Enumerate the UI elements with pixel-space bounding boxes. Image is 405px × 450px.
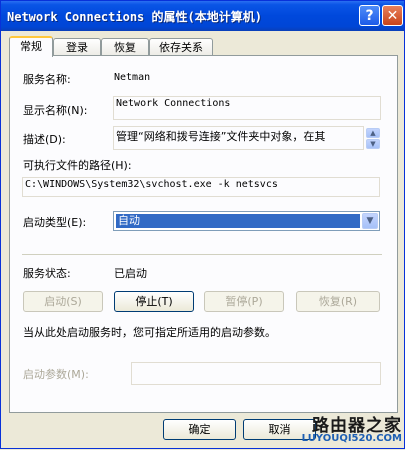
watermark-url: LUYOUQI520.COM	[301, 433, 402, 444]
status-value: 已启动	[114, 267, 147, 280]
service-name-label: 服务名称:	[23, 73, 71, 86]
chevron-down-icon[interactable]: ▼	[362, 213, 378, 229]
scroll-up-icon[interactable]: ▲	[366, 128, 380, 138]
divider	[22, 254, 382, 255]
watermark: 路由器之家 LUYOUQI520.COM	[301, 411, 405, 450]
tab-dependencies[interactable]: 依存关系	[149, 38, 213, 56]
tab-general[interactable]: 常规	[9, 36, 53, 57]
title-bar[interactable]: Network Connections 的属性(本地计算机) ? ✕	[1, 1, 404, 31]
ok-button[interactable]: 确定	[163, 419, 236, 440]
help-button[interactable]: ?	[359, 5, 380, 26]
tab-logon[interactable]: 登录	[53, 38, 101, 56]
resume-button[interactable]: 恢复(R)	[296, 291, 380, 312]
exe-path-field[interactable]: C:\WINDOWS\System32\svchost.exe -k netsv…	[22, 177, 380, 197]
description-field[interactable]: 管理“网络和拨号连接”文件夹中对象，在其	[113, 126, 364, 150]
stop-button[interactable]: 停止(T)	[114, 291, 194, 312]
scroll-down-icon[interactable]: ▼	[366, 139, 380, 149]
display-name-label: 显示名称(N):	[23, 104, 88, 117]
startup-type-label: 启动类型(E):	[23, 216, 87, 229]
description-label: 描述(D):	[23, 133, 66, 146]
pause-button[interactable]: 暂停(P)	[204, 291, 284, 312]
startup-type-value: 自动	[116, 214, 360, 228]
close-icon: ✕	[386, 7, 399, 24]
close-button[interactable]: ✕	[382, 5, 403, 26]
status-label: 服务状态:	[23, 267, 71, 280]
display-name-field[interactable]: Network Connections	[113, 96, 381, 120]
exe-path-label: 可执行文件的路径(H):	[23, 159, 132, 172]
start-params-field[interactable]	[131, 362, 381, 385]
tab-recovery[interactable]: 恢复	[101, 38, 149, 56]
general-tab-panel: 服务名称: Netman 显示名称(N): Network Connection…	[9, 55, 398, 413]
properties-dialog: Network Connections 的属性(本地计算机) ? ✕ 常规 登录…	[0, 0, 405, 449]
service-name-value: Netman	[114, 72, 151, 83]
start-params-hint: 当从此处启动服务时，您可指定所适用的启动参数。	[23, 326, 276, 339]
start-button[interactable]: 启动(S)	[23, 291, 103, 312]
window-title: Network Connections 的属性(本地计算机)	[7, 10, 262, 24]
help-icon: ?	[365, 7, 374, 24]
start-params-label: 启动参数(M):	[23, 368, 89, 381]
startup-type-select[interactable]: 自动 ▼	[113, 211, 380, 231]
